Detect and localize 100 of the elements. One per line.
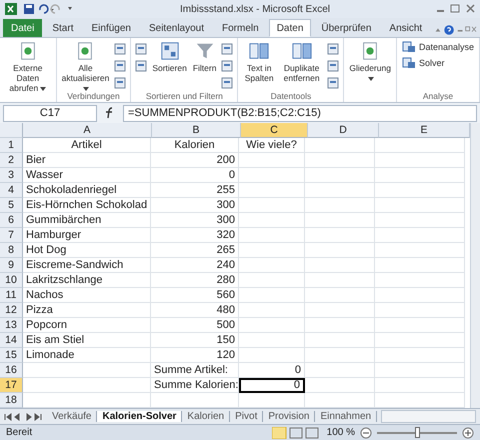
ribbon-button[interactable]: Filtern bbox=[190, 40, 218, 74]
table-cell bbox=[239, 273, 305, 288]
row-header[interactable]: 7 bbox=[0, 228, 23, 243]
row-header[interactable]: 8 bbox=[0, 243, 23, 258]
row-header[interactable]: 1 bbox=[0, 138, 23, 153]
vertical-scrollbar[interactable] bbox=[470, 123, 480, 408]
row-header[interactable]: 9 bbox=[0, 258, 23, 273]
row-header[interactable]: 4 bbox=[0, 183, 23, 198]
table-cell: Eiscreme-Sandwich bbox=[23, 258, 151, 273]
file-tab[interactable]: Datei bbox=[3, 19, 42, 37]
table-icon bbox=[249, 41, 270, 61]
formula-field[interactable]: =SUMMENPRODUKT(B2:B15;C2:C15) bbox=[123, 104, 477, 122]
column-header[interactable]: B bbox=[152, 123, 241, 138]
table-cell: Limonade bbox=[23, 348, 151, 363]
row-header[interactable]: 14 bbox=[0, 333, 23, 348]
toolbar-icon[interactable] bbox=[326, 76, 340, 90]
table-cell bbox=[239, 183, 305, 198]
row-header[interactable]: 10 bbox=[0, 273, 23, 288]
row-header[interactable]: 18 bbox=[0, 393, 23, 408]
table-cell bbox=[305, 318, 375, 333]
table-cell bbox=[305, 258, 375, 273]
column-header[interactable]: D bbox=[308, 123, 379, 138]
row-header[interactable]: 6 bbox=[0, 213, 23, 228]
table-cell: 0 bbox=[239, 363, 305, 378]
toolbar-icon[interactable] bbox=[134, 59, 148, 73]
zoom-in-icon[interactable] bbox=[462, 426, 474, 438]
horizontal-scrollbar[interactable] bbox=[381, 410, 476, 423]
ribbon-button[interactable]: Duplikate entfernen bbox=[278, 40, 324, 84]
group-label: Datentools bbox=[270, 91, 312, 102]
table-cell: 300 bbox=[151, 213, 239, 228]
row-header[interactable]: 15 bbox=[0, 348, 23, 363]
sheet-tab[interactable]: Einnahmen bbox=[315, 411, 378, 422]
table-icon bbox=[292, 41, 312, 61]
ribbon-tab[interactable]: Ansicht bbox=[381, 19, 430, 37]
table-cell bbox=[239, 213, 305, 228]
toolbar-icon[interactable] bbox=[113, 42, 128, 56]
sheet-tab[interactable]: Kalorien-Solver bbox=[97, 411, 182, 422]
ribbon-button[interactable]: Externe Daten abrufen bbox=[3, 40, 53, 91]
zoom-slider[interactable] bbox=[415, 426, 420, 438]
row-header[interactable]: 3 bbox=[0, 168, 23, 183]
ribbon-tab[interactable]: Überprüfen bbox=[313, 19, 380, 37]
toolbar-icon[interactable] bbox=[220, 59, 234, 73]
ribbon-tab[interactable]: Einfügen bbox=[83, 19, 139, 37]
ribbon-button[interactable]: Gliederung bbox=[347, 40, 393, 84]
group-label: Analyse bbox=[422, 91, 454, 102]
toolbar-icon[interactable] bbox=[220, 76, 234, 90]
row-header[interactable]: 13 bbox=[0, 318, 23, 333]
table-cell: Artikel bbox=[23, 138, 151, 153]
ribbon-button[interactable]: Text in Spalten bbox=[241, 40, 277, 84]
row-header[interactable]: 16 bbox=[0, 363, 23, 378]
table-cell: 560 bbox=[151, 288, 239, 303]
table-cell bbox=[305, 303, 375, 318]
toolbar-icon[interactable] bbox=[113, 76, 128, 90]
row-header[interactable]: 17 bbox=[0, 378, 23, 393]
table-cell bbox=[305, 288, 375, 303]
toolbar-icon[interactable] bbox=[134, 42, 148, 56]
toolbar-icon[interactable] bbox=[113, 59, 128, 73]
table-cell: Summe Kalorien: bbox=[151, 378, 239, 393]
sheet-tab[interactable]: Provision bbox=[263, 411, 316, 422]
name-box[interactable]: C17 bbox=[3, 104, 97, 122]
table-cell bbox=[305, 153, 375, 168]
toolbar-icon[interactable] bbox=[220, 42, 234, 56]
zoom-out-icon[interactable] bbox=[360, 426, 372, 438]
table-cell bbox=[239, 168, 305, 183]
row-header[interactable]: 11 bbox=[0, 288, 23, 303]
ribbon-button[interactable]: Solver bbox=[400, 56, 476, 70]
table-cell: 280 bbox=[151, 273, 239, 288]
column-header[interactable]: A bbox=[23, 123, 152, 138]
table-cell bbox=[305, 363, 375, 378]
ribbon-button[interactable]: Sortieren bbox=[150, 40, 189, 74]
row-header[interactable]: 2 bbox=[0, 153, 23, 168]
table-cell: 0 bbox=[151, 168, 239, 183]
ribbon-tab[interactable]: Formeln bbox=[214, 19, 267, 37]
table-cell bbox=[239, 333, 305, 348]
ribbon-button[interactable]: Datenanalyse bbox=[400, 40, 476, 54]
toolbar-icon[interactable] bbox=[326, 42, 340, 56]
column-header[interactable]: E bbox=[379, 123, 470, 138]
help-icon[interactable] bbox=[434, 23, 477, 37]
table-cell bbox=[239, 243, 305, 258]
table-cell: Hamburger bbox=[23, 228, 151, 243]
sheet-tab[interactable]: Pivot bbox=[230, 411, 264, 422]
table-cell bbox=[305, 378, 375, 393]
table-cell[interactable]: 0 bbox=[239, 378, 305, 393]
ribbon-button[interactable]: Alle aktualisieren bbox=[60, 40, 112, 91]
quick-access-toolbar-icon[interactable] bbox=[4, 2, 74, 16]
table-cell bbox=[239, 288, 305, 303]
window-controls-icon[interactable] bbox=[436, 4, 476, 14]
ribbon-tab[interactable]: Seitenlayout bbox=[140, 19, 212, 37]
ribbon-tab[interactable]: Start bbox=[44, 19, 82, 37]
table-cell: Wie viele? bbox=[239, 138, 305, 153]
column-header[interactable]: C bbox=[241, 123, 308, 138]
ribbon-tab[interactable]: Daten bbox=[268, 19, 312, 37]
table-cell: Eis-Hörnchen Schokolad bbox=[23, 198, 151, 213]
row-header[interactable]: 12 bbox=[0, 303, 23, 318]
window-title: Imbissstand.xlsx - Microsoft Excel bbox=[178, 4, 332, 14]
tool-icon bbox=[402, 41, 416, 53]
row-header[interactable]: 5 bbox=[0, 198, 23, 213]
table-cell: Kalorien bbox=[151, 138, 239, 153]
sheet-tab[interactable]: Kalorien bbox=[182, 411, 230, 422]
toolbar-icon[interactable] bbox=[326, 59, 340, 73]
